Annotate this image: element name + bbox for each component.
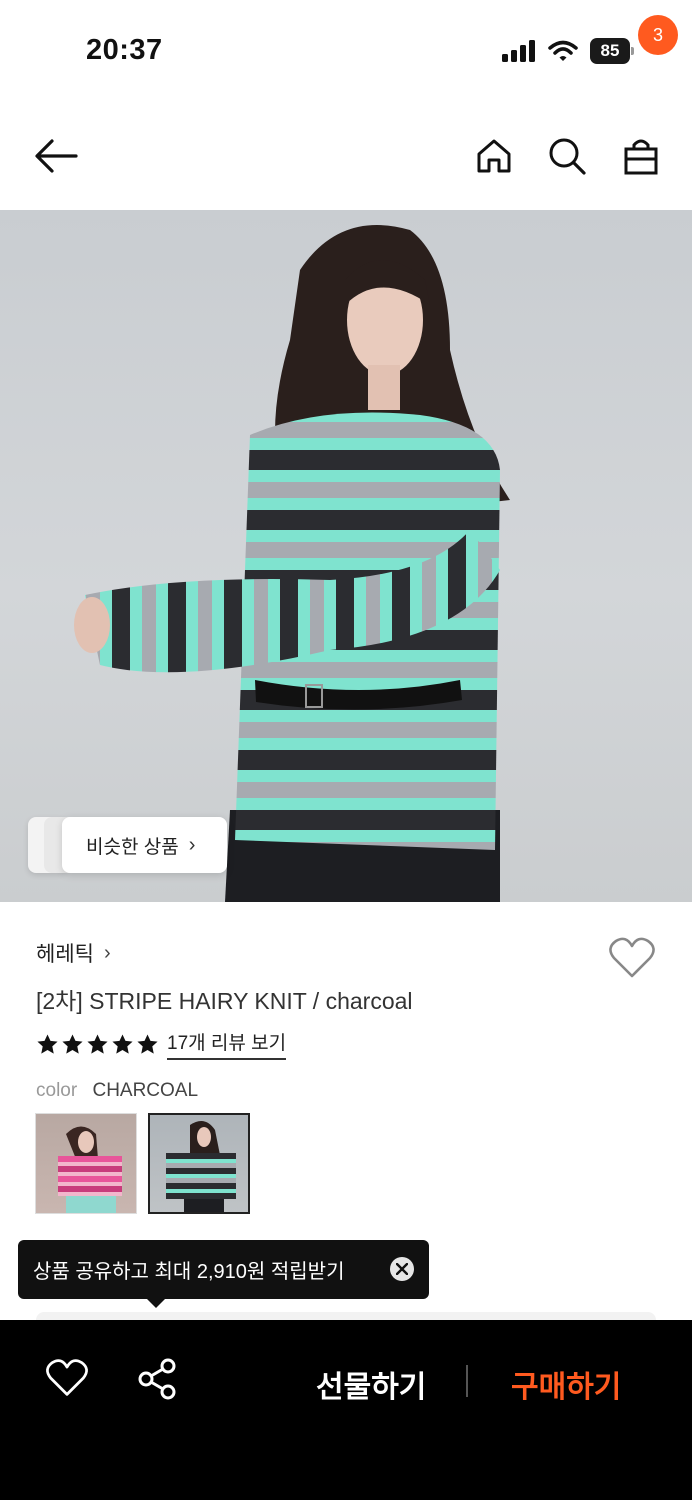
shopping-bag-icon bbox=[624, 139, 658, 175]
chevron-right-icon: › bbox=[188, 833, 196, 856]
gift-button[interactable]: 선물하기 bbox=[316, 1362, 426, 1406]
bottom-action-bar bbox=[0, 1320, 692, 1500]
heart-icon bbox=[609, 937, 655, 978]
star-icon bbox=[137, 1033, 158, 1054]
similar-products-button[interactable]: 비슷한 상품 › bbox=[62, 817, 227, 873]
close-icon bbox=[396, 1263, 408, 1275]
product-image[interactable] bbox=[0, 210, 692, 902]
status-time: 20:37 bbox=[86, 34, 163, 66]
nav-bar bbox=[0, 100, 692, 210]
star-icon bbox=[112, 1033, 133, 1054]
product-title: [2차] STRIPE HAIRY KNIT / charcoal bbox=[36, 988, 413, 1014]
rating-row: 17개 리뷰 보기 bbox=[36, 1028, 287, 1060]
brand-link[interactable]: 헤레틱 › bbox=[36, 938, 111, 968]
divider bbox=[466, 1365, 468, 1397]
status-icons: 85 bbox=[502, 38, 634, 64]
star-icon bbox=[87, 1033, 108, 1054]
color-swatch-charcoal[interactable] bbox=[148, 1113, 250, 1214]
search-icon bbox=[549, 138, 586, 175]
model-photo bbox=[74, 225, 510, 902]
back-button[interactable] bbox=[30, 130, 82, 182]
share-button[interactable] bbox=[136, 1358, 180, 1402]
cart-button[interactable] bbox=[614, 130, 668, 182]
similar-products-label: 비슷한 상품 bbox=[86, 836, 179, 858]
brand-name: 헤레틱 bbox=[36, 943, 94, 966]
battery-level: 85 bbox=[590, 38, 630, 64]
swatch-thumbnail bbox=[58, 1126, 122, 1213]
status-bar: 20:37 85 bbox=[0, 0, 692, 100]
wishlist-button[interactable] bbox=[608, 936, 656, 980]
color-value: CHARCOAL bbox=[92, 1080, 199, 1101]
buy-button[interactable]: 구매하기 bbox=[511, 1362, 621, 1406]
home-icon bbox=[477, 139, 511, 173]
color-swatch-pink[interactable] bbox=[35, 1113, 137, 1214]
tooltip-text: 상품 공유하고 최대 2,910원 적립받기 bbox=[33, 1261, 345, 1283]
home-button[interactable] bbox=[468, 130, 520, 182]
heart-icon bbox=[46, 1359, 88, 1396]
battery-icon: 85 bbox=[590, 38, 634, 64]
cart-count-badge: 3 bbox=[638, 15, 678, 55]
tooltip-tail bbox=[146, 1298, 166, 1308]
signal-icon bbox=[502, 40, 535, 62]
chevron-right-icon: › bbox=[103, 941, 111, 964]
star-icon bbox=[62, 1033, 83, 1054]
wifi-icon bbox=[548, 40, 578, 61]
bottom-wishlist-button[interactable] bbox=[45, 1358, 89, 1402]
color-row: color CHARCOAL bbox=[36, 1080, 198, 1102]
review-link[interactable]: 17개 리뷰 보기 bbox=[167, 1028, 287, 1060]
tooltip-close-button[interactable] bbox=[390, 1257, 414, 1281]
color-label: color bbox=[36, 1080, 78, 1101]
share-icon bbox=[138, 1358, 176, 1400]
search-button[interactable] bbox=[541, 130, 593, 182]
share-reward-tooltip[interactable]: 상품 공유하고 최대 2,910원 적립받기 bbox=[18, 1240, 429, 1299]
star-icon bbox=[37, 1033, 58, 1054]
star-rating bbox=[36, 1033, 159, 1056]
back-arrow-icon bbox=[35, 139, 78, 173]
swatch-thumbnail bbox=[166, 1121, 236, 1212]
